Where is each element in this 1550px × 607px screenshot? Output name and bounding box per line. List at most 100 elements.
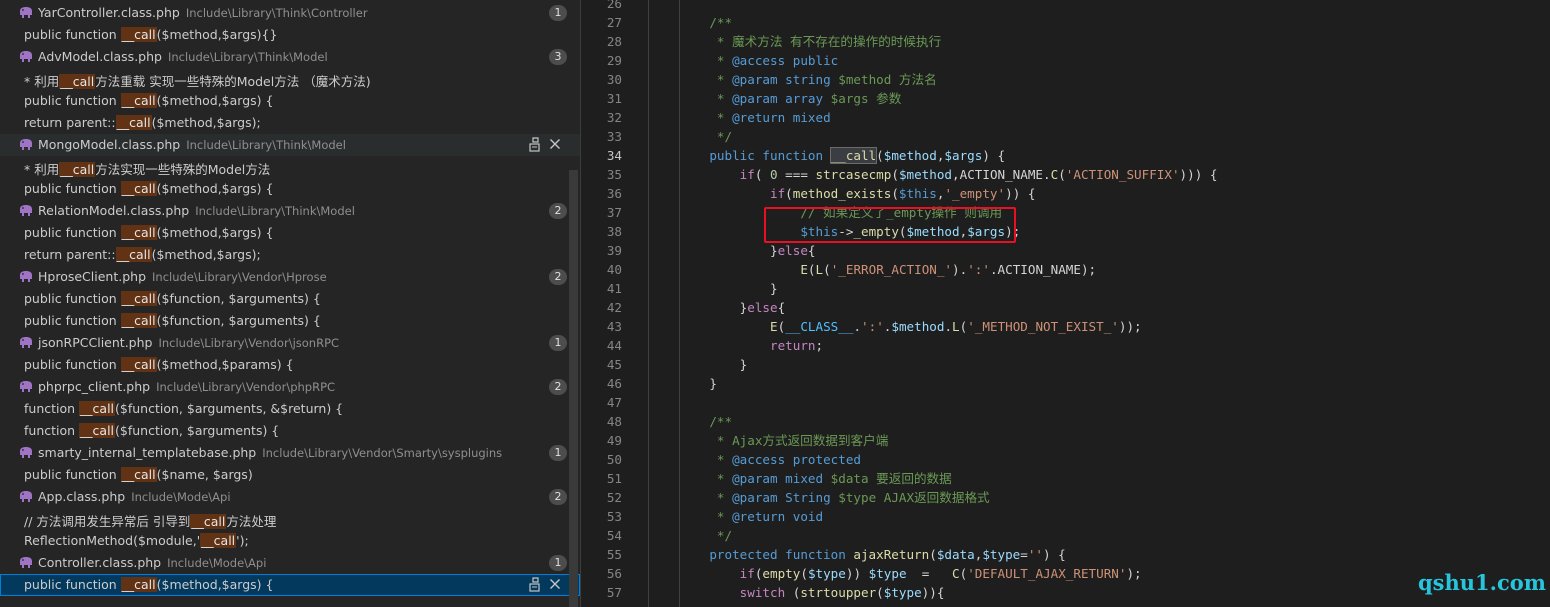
code-text: */ [679, 127, 732, 146]
dismiss-icon[interactable] [547, 136, 563, 152]
match-text: public function __call($method,$args){} [24, 27, 277, 42]
code-token: ':' [967, 262, 990, 277]
line-number: 27 [606, 15, 622, 30]
code-line: 31 * @param array $args 参数 [581, 89, 1550, 108]
code-token: $type [807, 566, 846, 581]
code-token: === [777, 167, 816, 182]
match-text-part: ($method,$args); [151, 247, 261, 262]
php-elephant-icon [20, 205, 32, 216]
line-number: 44 [606, 338, 622, 353]
result-match-row[interactable]: public function __call($method,$args) { [0, 178, 580, 200]
code-token: if [679, 566, 755, 581]
result-match-row[interactable]: function __call($function, $arguments, &… [0, 398, 580, 420]
code-token: method_exists [792, 186, 892, 201]
line-number: 48 [606, 414, 622, 429]
result-match-row[interactable]: public function __call($function, $argum… [0, 310, 580, 332]
result-match-row[interactable]: function __call($function, $arguments) { [0, 420, 580, 442]
code-token: = [1020, 547, 1028, 562]
result-file-row[interactable]: Controller.class.php Include\Mode\Api 1 [0, 552, 580, 574]
code-token: .ACTION_NAME); [989, 262, 1097, 277]
result-match-row[interactable]: public function __call($method,$args) { [0, 90, 580, 112]
code-token: switch [679, 585, 786, 600]
code-token: 'DEFAULT_AJAX_RETURN' [967, 566, 1127, 581]
result-match-row[interactable]: public function __call($name, $args) [0, 464, 580, 486]
result-file-row[interactable]: MongoModel.class.php Include\Library\Thin… [0, 134, 580, 156]
row-actions [527, 576, 567, 594]
match-text: return parent::__call($method,$args); [24, 115, 261, 130]
code-line: 53 * @return void [581, 507, 1550, 526]
replace-icon[interactable] [527, 136, 543, 152]
result-match-row[interactable]: return parent::__call($method,$args); [0, 244, 580, 266]
result-file-name: jsonRPCClient.php Include\Library\Vendor\… [38, 335, 340, 350]
code-token: ( [1058, 167, 1066, 182]
match-count-badge: 1 [549, 335, 567, 351]
code-token: * Ajax方式返回数据到客户端 [679, 433, 889, 448]
line-number: 34 [606, 148, 622, 163]
result-file-path: Include\Mode\Api [167, 556, 267, 570]
result-match-row[interactable]: public function __call($function, $argum… [0, 288, 580, 310]
code-token: ( [800, 566, 808, 581]
replace-icon[interactable] [527, 576, 543, 592]
code-token: $type [868, 566, 907, 581]
line-number: 46 [606, 376, 622, 391]
code-token: , [952, 167, 960, 182]
result-file-row[interactable]: smarty_internal_templatebase.php Include\… [0, 442, 580, 464]
match-text: * 利用__call方法实现一些特殊的Model方法 [24, 159, 270, 178]
line-number: 42 [606, 300, 622, 315]
result-match-row[interactable]: public function __call($method,$params) … [0, 354, 580, 376]
match-count-badge: 2 [549, 489, 567, 505]
result-file-row[interactable]: HproseClient.php Include\Library\Vendor\H… [0, 266, 580, 288]
code-token: ( [891, 167, 899, 182]
result-file-row[interactable]: YarController.class.php Include\Library\T… [0, 2, 580, 24]
result-match-row[interactable]: public function __call($method,$args) { [0, 574, 580, 596]
code-editor[interactable]: 26 27 /** 28 * 魔术方法 有不存在的操作的时候执行 29 * @acce… [581, 0, 1550, 607]
result-match-row[interactable]: public function __call($method,$args){} [0, 24, 580, 46]
match-text: function __call($function, $arguments, &… [24, 401, 343, 416]
code-token: '_METHOD_NOT_EXIST_' [967, 319, 1119, 334]
code-token: $type [883, 585, 922, 600]
result-file-row[interactable]: AdvModel.class.php Include\Library\Think\… [0, 46, 580, 68]
match-text-part: function [24, 401, 80, 416]
code-token: ) { [1043, 547, 1066, 562]
code-line: 37 // 如果定义了_empty操作 则调用 [581, 203, 1550, 222]
result-file-row[interactable]: RelationModel.class.php Include\Library\T… [0, 200, 580, 222]
code-token: E [770, 319, 778, 334]
match-text-part: ($name, $args) [156, 467, 253, 482]
line-number: 35 [606, 167, 622, 182]
result-file-row[interactable]: App.class.php Include\Mode\Api 2 [0, 486, 580, 508]
match-highlight: __call [120, 357, 157, 372]
result-match-row[interactable]: // 方法调用发生异常后 引导到__call方法处理 [0, 508, 580, 530]
code-token: @return [732, 509, 786, 524]
code-token: * [679, 509, 733, 524]
result-match-row[interactable]: public function __call($method,$args) { [0, 222, 580, 244]
match-text: public function __call($name, $args) [24, 467, 253, 482]
code-token: ( [785, 186, 793, 201]
line-number: 36 [606, 186, 622, 201]
dismiss-icon[interactable] [547, 576, 563, 592]
match-count-badge: 1 [549, 5, 567, 21]
match-text-part: 方法实现一些特殊的Model方法 [95, 162, 271, 177]
code-text: * @access protected [679, 450, 861, 469]
result-match-row[interactable]: * 利用__call方法重载 实现一些特殊的Model方法 （魔术方法) [0, 68, 580, 90]
result-match-row[interactable]: ReflectionMethod($module,'__call'); [0, 530, 580, 552]
php-elephant-icon [20, 491, 32, 502]
results-scrollbar[interactable] [569, 170, 578, 607]
code-line: 41 } [581, 279, 1550, 298]
php-elephant-icon [20, 139, 32, 150]
result-match-row[interactable]: return parent::__call($method,$args); [0, 112, 580, 134]
code-token: $type AJAX返回数据格式 [830, 490, 990, 505]
code-token: * [679, 471, 733, 486]
result-file-row[interactable]: phprpc_client.php Include\Library\Vendor\… [0, 376, 580, 398]
code-token: )) { [1005, 186, 1036, 201]
result-file-row[interactable]: jsonRPCClient.php Include\Library\Vendor\… [0, 332, 580, 354]
result-match-row[interactable]: * 利用__call方法实现一些特殊的Model方法 [0, 156, 580, 178]
php-elephant-icon [20, 271, 32, 282]
code-token: )); [1118, 319, 1142, 334]
match-text-part: * 利用 [24, 162, 60, 177]
code-token: $method [883, 148, 937, 163]
code-line: 29 * @access public [581, 51, 1550, 70]
match-text-part: ($function, $arguments) { [156, 313, 321, 328]
line-number: 40 [606, 262, 622, 277]
code-token: array [785, 91, 824, 106]
